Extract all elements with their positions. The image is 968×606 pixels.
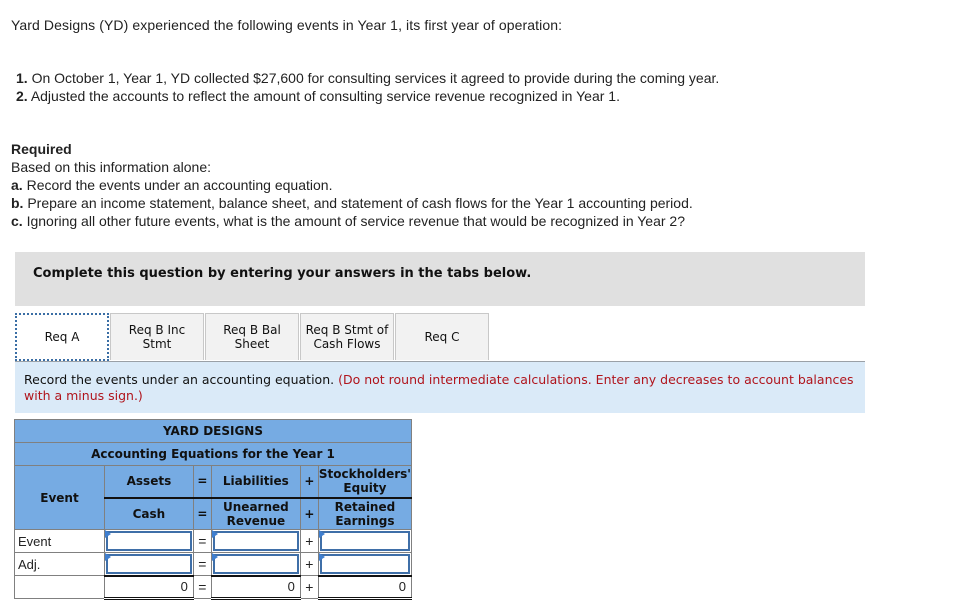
retained-earnings-total: 0 [317,574,413,600]
tab-label: Req B Bal Sheet [223,323,281,351]
problem-intro: Yard Designs (YD) experienced the follow… [11,17,563,33]
instruction-main: Record the events under an accounting eq… [24,372,335,387]
table-subtitle: Accounting Equations for the Year 1 [14,442,412,466]
event-number: 1. [16,70,28,86]
plus-sign: + [299,497,319,530]
required-letter: c. [11,213,23,229]
plus-sign: + [299,552,319,576]
totals-row: 0 = 0 + 0 [14,574,413,600]
company-name: YARD DESIGNS [14,419,412,443]
tab-req-b-inc-stmt[interactable]: Req B Inc Stmt [110,313,204,360]
required-item: c. Ignoring all other future events, wha… [11,212,693,230]
input-marker-icon [318,530,325,538]
table-row: Adj. = + [14,552,413,576]
required-title: Required [11,141,72,157]
event-number: 2. [16,88,28,104]
row-label: Adj. [14,552,105,576]
instructions-banner: Complete this question by entering your … [15,252,865,306]
event-item: 1. On October 1, Year 1, YD collected $2… [16,69,719,87]
tab-instructions: Record the events under an accounting eq… [15,361,865,413]
tab-label: Req B Inc Stmt [128,323,186,351]
table-row: Event = + [14,529,413,553]
input-marker-icon [211,530,218,538]
input-marker-icon [211,553,218,561]
required-lead: Based on this information alone: [11,159,212,175]
tab-label: Req A [44,330,80,344]
retained-earnings-input-adj[interactable] [317,552,413,576]
cash-input-event[interactable] [103,529,194,553]
event-item: 2. Adjusted the accounts to reflect the … [16,87,719,105]
required-letter: a. [11,177,23,193]
tab-req-b-bal-sheet[interactable]: Req B Bal Sheet [205,313,299,360]
event-text: On October 1, Year 1, YD collected $27,6… [31,70,720,86]
events-list: 1. On October 1, Year 1, YD collected $2… [16,69,719,105]
liabilities-header: Liabilities [210,465,301,499]
cash-header: Cash [103,497,194,530]
tab-req-a[interactable]: Req A [15,313,109,361]
accounting-equation-table: YARD DESIGNS Accounting Equations for th… [14,419,413,600]
equals-sign: = [192,529,212,553]
equals-sign: = [192,497,212,530]
event-text: Adjusted the accounts to reflect the amo… [30,88,620,104]
required-text: Prepare an income statement, balance she… [27,195,693,211]
required-item: a. Record the events under an accounting… [11,176,693,194]
event-column-header: Event [14,465,105,530]
equals-sign: = [192,465,212,499]
tab-label: Req B Stmt of Cash Flows [305,323,389,351]
input-marker-icon [318,553,325,561]
required-letter: b. [11,195,24,211]
tab-req-b-cash-flows[interactable]: Req B Stmt of Cash Flows [300,313,394,360]
required-section: Required Based on this information alone… [11,140,693,230]
row-label: Event [14,529,105,553]
totals-label [14,575,105,599]
unearned-revenue-header: Unearned Revenue [210,497,301,530]
unearned-revenue-input-adj[interactable] [210,552,301,576]
retained-earnings-header: Retained Earnings [317,497,413,530]
required-text: Ignoring all other future events, what i… [26,213,685,229]
cash-total: 0 [103,574,194,600]
unearned-revenue-input-event[interactable] [210,529,301,553]
input-marker-icon [104,553,111,561]
unearned-revenue-total: 0 [210,574,301,600]
tab-bar: Req A Req B Inc Stmt Req B Bal Sheet Req B… [15,313,490,361]
plus-sign: + [299,465,319,499]
plus-sign: + [299,529,319,553]
equals-sign: = [192,575,212,599]
assets-header: Assets [103,465,194,499]
required-item: b. Prepare an income statement, balance … [11,194,693,212]
cash-input-adj[interactable] [103,552,194,576]
tab-req-c[interactable]: Req C [395,313,489,360]
equity-header: Stockholders' Equity [317,465,413,499]
plus-sign: + [299,575,319,599]
equals-sign: = [192,552,212,576]
input-marker-icon [104,530,111,538]
retained-earnings-input-event[interactable] [317,529,413,553]
tab-label: Req C [424,330,460,344]
required-text: Record the events under an accounting eq… [26,177,333,193]
